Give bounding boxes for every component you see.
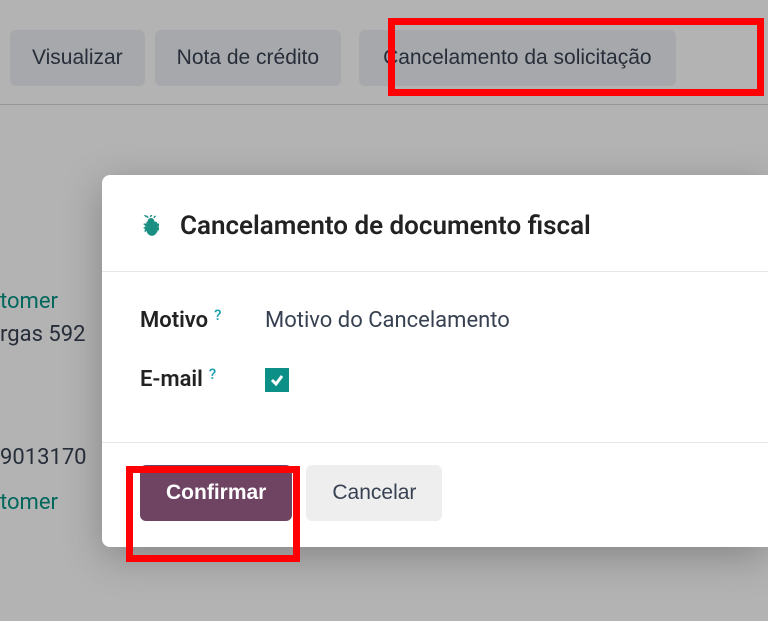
modal-body: Motivo ? Motivo do Cancelamento E-mail ? bbox=[102, 272, 768, 442]
confirm-button[interactable]: Confirmar bbox=[140, 465, 292, 521]
modal-footer: Confirmar Cancelar bbox=[102, 442, 768, 547]
help-icon[interactable]: ? bbox=[209, 365, 216, 383]
modal-header: Cancelamento de documento fiscal bbox=[102, 175, 768, 272]
email-label-text: E-mail bbox=[140, 367, 203, 392]
help-icon[interactable]: ? bbox=[214, 306, 221, 324]
reason-label: Motivo ? bbox=[140, 308, 265, 333]
form-row-reason: Motivo ? Motivo do Cancelamento bbox=[140, 308, 730, 333]
form-row-email: E-mail ? bbox=[140, 367, 730, 392]
bug-icon bbox=[140, 215, 162, 237]
email-checkbox[interactable] bbox=[265, 368, 289, 392]
email-label: E-mail ? bbox=[140, 367, 265, 392]
reason-label-text: Motivo bbox=[140, 308, 208, 333]
reason-value[interactable]: Motivo do Cancelamento bbox=[265, 308, 510, 333]
modal-title: Cancelamento de documento fiscal bbox=[180, 211, 591, 241]
checkbox-checked-icon bbox=[265, 368, 289, 392]
cancel-button[interactable]: Cancelar bbox=[306, 465, 442, 521]
modal-cancel-fiscal-doc: Cancelamento de documento fiscal Motivo … bbox=[102, 175, 768, 547]
